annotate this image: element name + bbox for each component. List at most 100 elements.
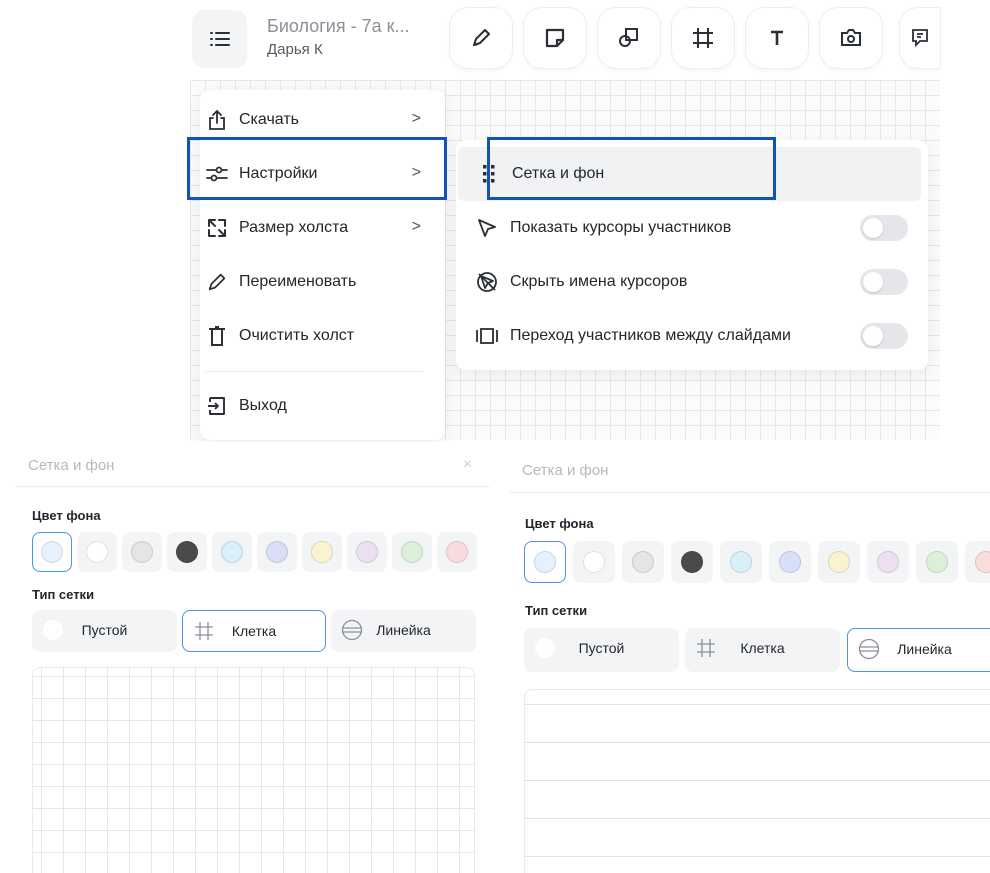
- swatch-dot: [975, 551, 990, 573]
- hide-cursor-names-toggle[interactable]: [860, 269, 908, 295]
- swatch-dot: [86, 541, 108, 563]
- submenu-item-label: Показать курсоры участников: [510, 219, 732, 236]
- swatch-dot: [41, 541, 63, 563]
- grid-option-cells-selected[interactable]: Клетка: [182, 610, 326, 652]
- swatch-light-blue-selected[interactable]: [524, 541, 566, 583]
- upload-icon: [205, 109, 229, 131]
- swatch-lavender[interactable]: [257, 532, 297, 572]
- swatch-lavender[interactable]: [769, 541, 811, 583]
- swatch-dark-gray[interactable]: [167, 532, 207, 572]
- grid-preview-cells: [32, 667, 475, 873]
- swatch-red[interactable]: [437, 532, 477, 572]
- swatch-white[interactable]: [573, 541, 615, 583]
- follow-slides-toggle[interactable]: [860, 323, 908, 349]
- swatch-dot: [131, 541, 153, 563]
- submenu-item-hide-cursor-names[interactable]: Скрыть имена курсоров: [456, 255, 922, 309]
- swatch-dot: [681, 551, 703, 573]
- swatch-dot: [221, 541, 243, 563]
- menu-item-label: Переименовать: [239, 273, 357, 290]
- submenu-item-show-cursors[interactable]: Показать курсоры участников: [456, 201, 922, 255]
- grid-option-lines-selected[interactable]: Линейка: [847, 628, 990, 672]
- cursor-icon: [474, 218, 500, 238]
- grid-panel-right: Сетка и фон Цвет фона Тип сетки Пустой К…: [510, 442, 990, 873]
- hide-names-icon: [474, 271, 500, 293]
- swatch-dot: [828, 551, 850, 573]
- menu-item-canvas-size[interactable]: Размер холста >: [200, 204, 445, 252]
- swatch-light-blue-selected[interactable]: [32, 532, 72, 572]
- bg-color-label: Цвет фона: [525, 516, 594, 531]
- swatch-dot: [176, 541, 198, 563]
- swatch-green[interactable]: [392, 532, 432, 572]
- swatch-yellow[interactable]: [302, 532, 342, 572]
- menu-item-label: Размер холста: [239, 219, 349, 236]
- bg-color-label: Цвет фона: [32, 508, 101, 523]
- swatch-green[interactable]: [916, 541, 958, 583]
- sticky-note-icon: [545, 28, 565, 48]
- list-menu-icon: [209, 32, 230, 46]
- submenu-item-follow-slides[interactable]: Переход участников между слайдами: [456, 309, 922, 363]
- grid-option-label: Линейка: [376, 622, 431, 638]
- swatch-cyan[interactable]: [212, 532, 252, 572]
- close-icon[interactable]: ×: [463, 456, 472, 474]
- grid-option-label: Клетка: [231, 623, 277, 639]
- show-cursors-toggle[interactable]: [860, 215, 908, 241]
- swatch-yellow[interactable]: [818, 541, 860, 583]
- swatch-light-gray[interactable]: [122, 532, 162, 572]
- grid-option-label: Пустой: [81, 622, 128, 638]
- swatch-dark-gray[interactable]: [671, 541, 713, 583]
- frame-tool-button[interactable]: [672, 8, 734, 68]
- panel-divider: [510, 492, 990, 493]
- swatch-dot: [266, 541, 288, 563]
- trash-icon: [205, 325, 229, 347]
- grid-option-lines[interactable]: Линейка: [331, 610, 476, 652]
- menu-item-label: Скачать: [239, 111, 299, 128]
- grid-option-empty[interactable]: Пустой: [524, 628, 679, 672]
- swatch-dot: [779, 551, 801, 573]
- grid-type-label: Тип сетки: [525, 603, 588, 618]
- panel-title: Сетка и фон: [28, 457, 115, 474]
- grid-panel-left: Сетка и фон × Цвет фона Тип сетки Пустой…: [15, 442, 490, 873]
- comment-icon: [912, 29, 928, 48]
- shapes-icon: [619, 28, 638, 47]
- swatch-pink[interactable]: [347, 532, 387, 572]
- menu-item-label: Очистить холст: [239, 327, 355, 344]
- sticky-note-tool-button[interactable]: [524, 8, 586, 68]
- text-tool-button[interactable]: [746, 8, 808, 68]
- menu-item-label: Выход: [239, 397, 287, 414]
- pencil-tool-button[interactable]: [450, 8, 512, 68]
- highlight-settings-box: [187, 137, 447, 200]
- swatch-light-gray[interactable]: [622, 541, 664, 583]
- menu-item-clear-canvas[interactable]: Очистить холст: [200, 312, 445, 360]
- swatch-dot: [632, 551, 654, 573]
- panel-title: Сетка и фон: [522, 462, 609, 479]
- swatch-dot: [311, 541, 333, 563]
- exit-icon: [205, 395, 229, 417]
- swatch-cyan[interactable]: [720, 541, 762, 583]
- camera-tool-button[interactable]: [820, 8, 882, 68]
- grid-option-label: Пустой: [578, 640, 625, 656]
- swatch-dot: [446, 541, 468, 563]
- comment-tool-button[interactable]: [900, 8, 940, 68]
- swatch-dot: [401, 541, 423, 563]
- menu-item-exit[interactable]: Выход: [200, 382, 445, 430]
- swatch-dot: [534, 551, 556, 573]
- swatch-pink[interactable]: [867, 541, 909, 583]
- swatch-dot: [356, 541, 378, 563]
- board-owner: Дарья К: [267, 41, 323, 58]
- grid-option-label: Линейка: [897, 641, 952, 657]
- text-icon: [771, 30, 783, 45]
- swatch-dot: [730, 551, 752, 573]
- grid-preview-lines: [524, 689, 990, 873]
- swatch-red[interactable]: [965, 541, 990, 583]
- board-title[interactable]: Биология - 7а к...: [267, 16, 409, 37]
- swatch-dot: [877, 551, 899, 573]
- grid-option-empty[interactable]: Пустой: [32, 610, 177, 652]
- chevron-right-icon: >: [411, 218, 421, 235]
- chevron-right-icon: >: [411, 110, 421, 127]
- menu-item-rename[interactable]: Переименовать: [200, 258, 445, 306]
- pencil-icon: [205, 271, 229, 293]
- shapes-tool-button[interactable]: [598, 8, 660, 68]
- board-menu-button[interactable]: [192, 10, 247, 68]
- grid-option-cells[interactable]: Клетка: [685, 628, 840, 672]
- swatch-white[interactable]: [77, 532, 117, 572]
